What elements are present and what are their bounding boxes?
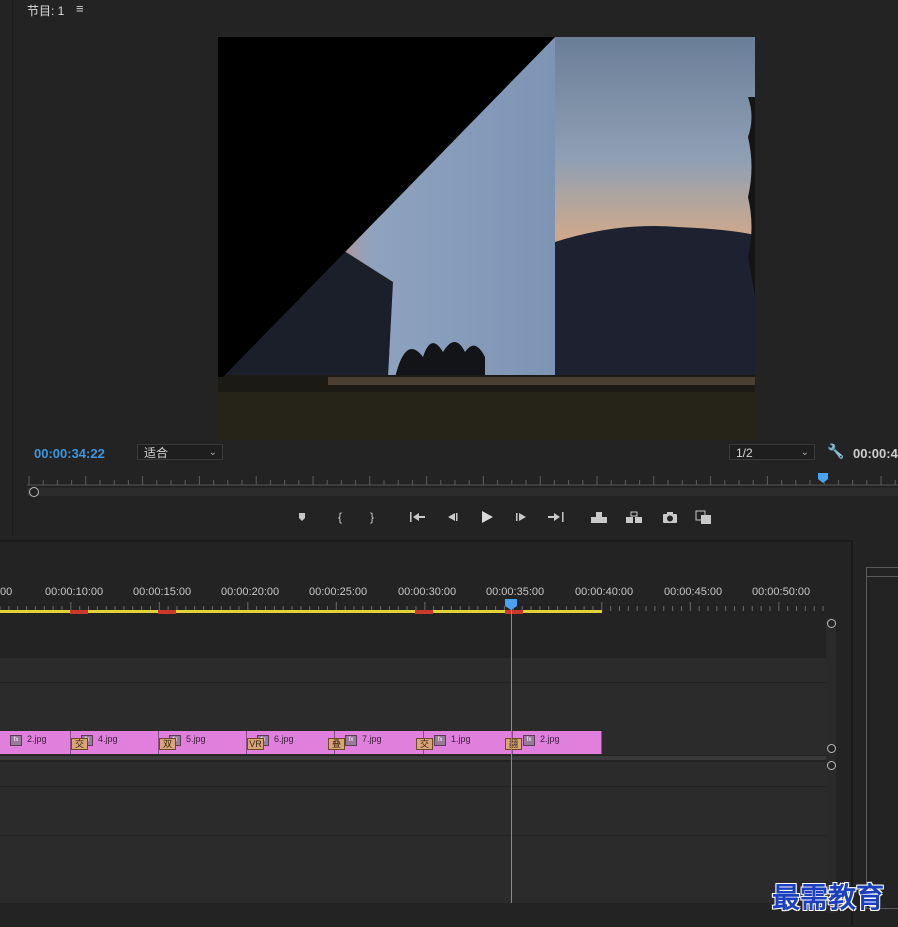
- fx-badge-icon: fx: [10, 735, 22, 746]
- scrollbar-handle[interactable]: [827, 761, 836, 770]
- ruler-label: 00:00:40:00: [575, 586, 634, 598]
- ruler-label: 00:00:10:00: [45, 586, 104, 598]
- duration-timecode: 00:00:4: [853, 446, 898, 461]
- mark-out-icon[interactable]: }: [361, 508, 383, 526]
- clip-name: 4.jpg: [98, 734, 118, 744]
- fx-badge-icon: fx: [434, 735, 446, 746]
- transition[interactable]: 翻: [505, 738, 522, 750]
- chevron-down-icon: ⌄: [208, 447, 217, 458]
- mark-in-icon[interactable]: {: [329, 508, 351, 526]
- clip-name: 5.jpg: [186, 734, 206, 744]
- scrollbar-top-handle[interactable]: [827, 619, 836, 628]
- clip[interactable]: fx 2.jpg: [0, 731, 71, 754]
- video-track[interactable]: [0, 658, 826, 683]
- comparison-view-icon[interactable]: [693, 508, 715, 526]
- export-frame-icon[interactable]: [659, 508, 681, 526]
- video-track[interactable]: [0, 707, 826, 732]
- zoom-fit-value: 适合: [144, 446, 169, 460]
- lift-icon[interactable]: [588, 508, 610, 526]
- scrollbar-left-handle[interactable]: [29, 487, 39, 497]
- ruler-label: 00:00:50:00: [752, 586, 811, 598]
- ruler-label: 00:00:35:00: [486, 586, 545, 598]
- program-monitor-tab[interactable]: 节目: 1: [27, 2, 64, 19]
- track-divider[interactable]: [0, 756, 836, 760]
- step-forward-icon[interactable]: [511, 508, 533, 526]
- playback-resolution-value: 1/2: [736, 446, 753, 460]
- transition[interactable]: 交: [416, 738, 433, 750]
- side-panel-tab[interactable]: [866, 567, 898, 577]
- watermark-logo: 最需教育: [772, 881, 885, 914]
- audio-track[interactable]: [0, 836, 826, 861]
- clip[interactable]: fx 1.jpg: [424, 731, 513, 754]
- audio-track[interactable]: [0, 762, 826, 787]
- audio-track[interactable]: [0, 860, 826, 904]
- ruler-label: 00: [0, 586, 13, 598]
- ruler-label: 00:00:30:00: [398, 586, 457, 598]
- render-marker: [505, 610, 523, 614]
- side-panel-frame: [866, 567, 898, 909]
- go-to-in-icon[interactable]: [407, 508, 429, 526]
- zoom-fit-select[interactable]: 适合 ⌄: [137, 444, 223, 460]
- fx-badge-icon: fx: [345, 735, 357, 746]
- current-timecode[interactable]: 00:00:34:22: [34, 446, 105, 461]
- monitor-playhead[interactable]: [818, 473, 828, 483]
- clip[interactable]: fx 2.jpg: [513, 731, 602, 754]
- add-marker-icon[interactable]: [293, 508, 315, 526]
- ruler-label: 00:00:20:00: [221, 586, 280, 598]
- clip-name: 1.jpg: [451, 734, 471, 744]
- ruler-label: 00:00:45:00: [664, 586, 723, 598]
- timeline-playhead-line: [511, 606, 512, 903]
- step-back-icon[interactable]: [441, 508, 463, 526]
- monitor-zoom-scrollbar[interactable]: [27, 488, 898, 496]
- program-video-preview[interactable]: [218, 37, 755, 440]
- transition[interactable]: 叠: [328, 738, 345, 750]
- clip-name: 6.jpg: [274, 734, 294, 744]
- fx-badge-icon: fx: [523, 735, 535, 746]
- monitor-time-ruler[interactable]: [27, 472, 898, 486]
- play-icon[interactable]: [476, 508, 498, 526]
- render-marker: [70, 610, 88, 614]
- ruler-label: 00:00:15:00: [133, 586, 192, 598]
- video-frame-image: [218, 37, 755, 440]
- transition[interactable]: 双: [159, 738, 176, 750]
- extract-icon[interactable]: [623, 508, 645, 526]
- render-marker: [158, 610, 176, 614]
- clip-name: 2.jpg: [27, 734, 47, 744]
- timeline-playhead[interactable]: [505, 599, 517, 610]
- video-track[interactable]: [0, 683, 826, 708]
- settings-wrench-icon[interactable]: 🔧: [827, 443, 844, 460]
- clip[interactable]: fx 7.jpg: [335, 731, 424, 754]
- clip-name: 7.jpg: [362, 734, 382, 744]
- hamburger-menu-icon[interactable]: ≡: [76, 1, 84, 16]
- render-marker: [415, 610, 433, 614]
- transition[interactable]: 交: [71, 738, 88, 750]
- transition[interactable]: VR: [247, 738, 264, 750]
- audio-track[interactable]: [0, 787, 826, 812]
- audio-track[interactable]: [0, 811, 826, 836]
- chevron-down-icon: ⌄: [800, 447, 809, 458]
- ruler-label: 00:00:25:00: [309, 586, 368, 598]
- go-to-out-icon[interactable]: [545, 508, 567, 526]
- clip-name: 2.jpg: [540, 734, 560, 744]
- playback-resolution-select[interactable]: 1/2 ⌄: [729, 444, 815, 460]
- scrollbar-handle[interactable]: [827, 744, 836, 753]
